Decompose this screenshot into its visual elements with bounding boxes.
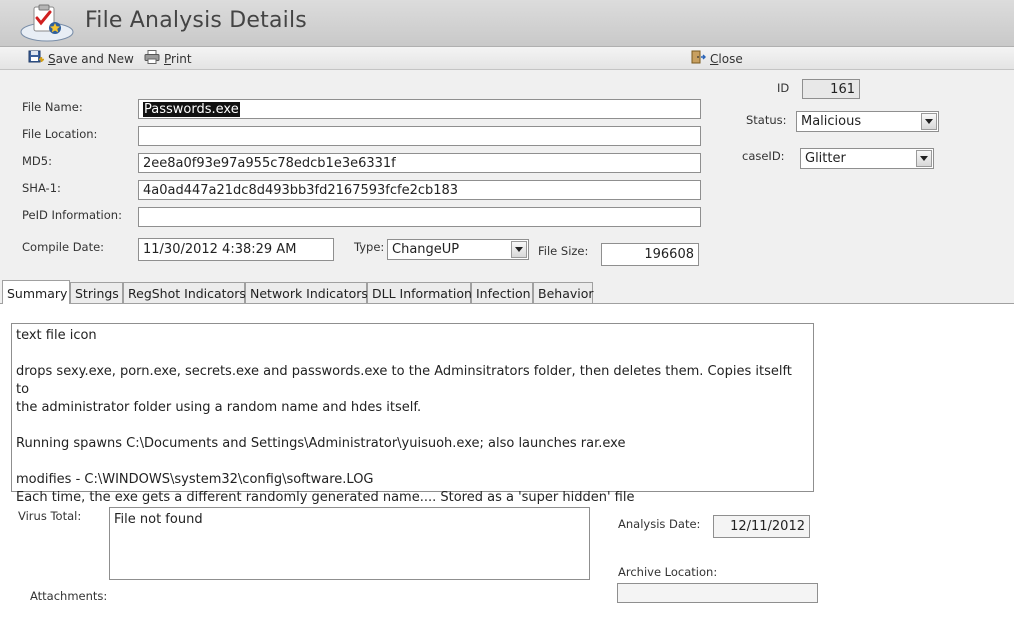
- id-label: ID: [777, 81, 790, 95]
- peid-field[interactable]: [138, 207, 701, 227]
- md5-field[interactable]: 2ee8a0f93e97a955c78edcb1e3e6331f: [138, 153, 701, 173]
- checklist-app-icon: [20, 4, 74, 42]
- file-name-label: File Name:: [22, 100, 83, 114]
- summary-line: Running spawns C:\Documents and Settings…: [16, 436, 626, 451]
- attachments-label: Attachments:: [30, 589, 108, 603]
- case-id-select[interactable]: Glitter: [800, 148, 934, 169]
- virus-total-textarea[interactable]: File not found: [109, 507, 590, 580]
- chevron-down-icon[interactable]: [511, 241, 527, 258]
- virus-total-label: Virus Total:: [18, 509, 82, 523]
- save-and-new-button[interactable]: Save and New: [28, 50, 134, 67]
- file-size-field[interactable]: 196608: [601, 243, 699, 266]
- md5-label: MD5:: [22, 154, 52, 168]
- summary-line: Each time, the exe gets a different rand…: [16, 490, 635, 505]
- door-close-icon: [690, 50, 706, 67]
- tab-regshot-indicators[interactable]: RegShot Indicators: [123, 282, 246, 303]
- peid-label: PeID Information:: [22, 208, 122, 222]
- print-button[interactable]: Print: [144, 50, 192, 67]
- status-label: Status:: [746, 113, 787, 127]
- summary-line: text file icon: [16, 328, 97, 343]
- tab-summary[interactable]: Summary: [2, 280, 70, 304]
- sha1-label: SHA-1:: [22, 181, 61, 195]
- type-label: Type:: [354, 240, 385, 254]
- file-location-field[interactable]: [138, 126, 701, 146]
- tab-dll-information[interactable]: DLL Information: [367, 282, 472, 303]
- save-new-icon: [28, 50, 44, 67]
- chevron-down-icon[interactable]: [916, 150, 932, 167]
- toolbar: Save and New Print Close: [0, 47, 1014, 70]
- status-select[interactable]: Malicious: [796, 111, 939, 132]
- id-field: 161: [802, 79, 860, 99]
- analysis-date-label: Analysis Date:: [618, 517, 701, 531]
- archive-location-label: Archive Location:: [618, 565, 718, 579]
- type-select[interactable]: ChangeUP: [387, 239, 529, 260]
- close-button[interactable]: Close: [690, 50, 743, 67]
- file-name-field[interactable]: Passwords.exe: [138, 99, 701, 119]
- summary-line: the administrator folder using a random …: [16, 400, 422, 415]
- archive-location-field[interactable]: [617, 583, 818, 603]
- summary-textarea[interactable]: text file icon drops sexy.exe, porn.exe,…: [11, 323, 814, 505]
- compile-date-label: Compile Date:: [22, 240, 105, 254]
- printer-icon: [144, 50, 160, 67]
- tab-network-indicators[interactable]: Network Indicators: [245, 282, 368, 303]
- tab-strings[interactable]: Strings: [70, 282, 123, 303]
- analysis-date-field[interactable]: 12/11/2012: [713, 515, 810, 538]
- chevron-down-icon[interactable]: [921, 113, 937, 130]
- file-size-label: File Size:: [538, 244, 589, 258]
- file-location-label: File Location:: [22, 127, 98, 141]
- tab-infection[interactable]: Infection: [471, 282, 533, 303]
- case-id-label: caseID:: [742, 149, 785, 163]
- compile-date-field[interactable]: 11/30/2012 4:38:29 AM: [138, 238, 334, 261]
- window-title: File Analysis Details: [85, 8, 307, 33]
- sha1-field[interactable]: 4a0ad447a21dc8d493bb3fd2167593fcfe2cb183: [138, 180, 701, 200]
- title-bar: File Analysis Details: [0, 0, 1014, 47]
- summary-line: modifies - C:\WINDOWS\system32\config\so…: [16, 472, 374, 487]
- tab-behavior[interactable]: Behavior: [533, 282, 594, 303]
- summary-line: drops sexy.exe, porn.exe, secrets.exe an…: [16, 364, 792, 397]
